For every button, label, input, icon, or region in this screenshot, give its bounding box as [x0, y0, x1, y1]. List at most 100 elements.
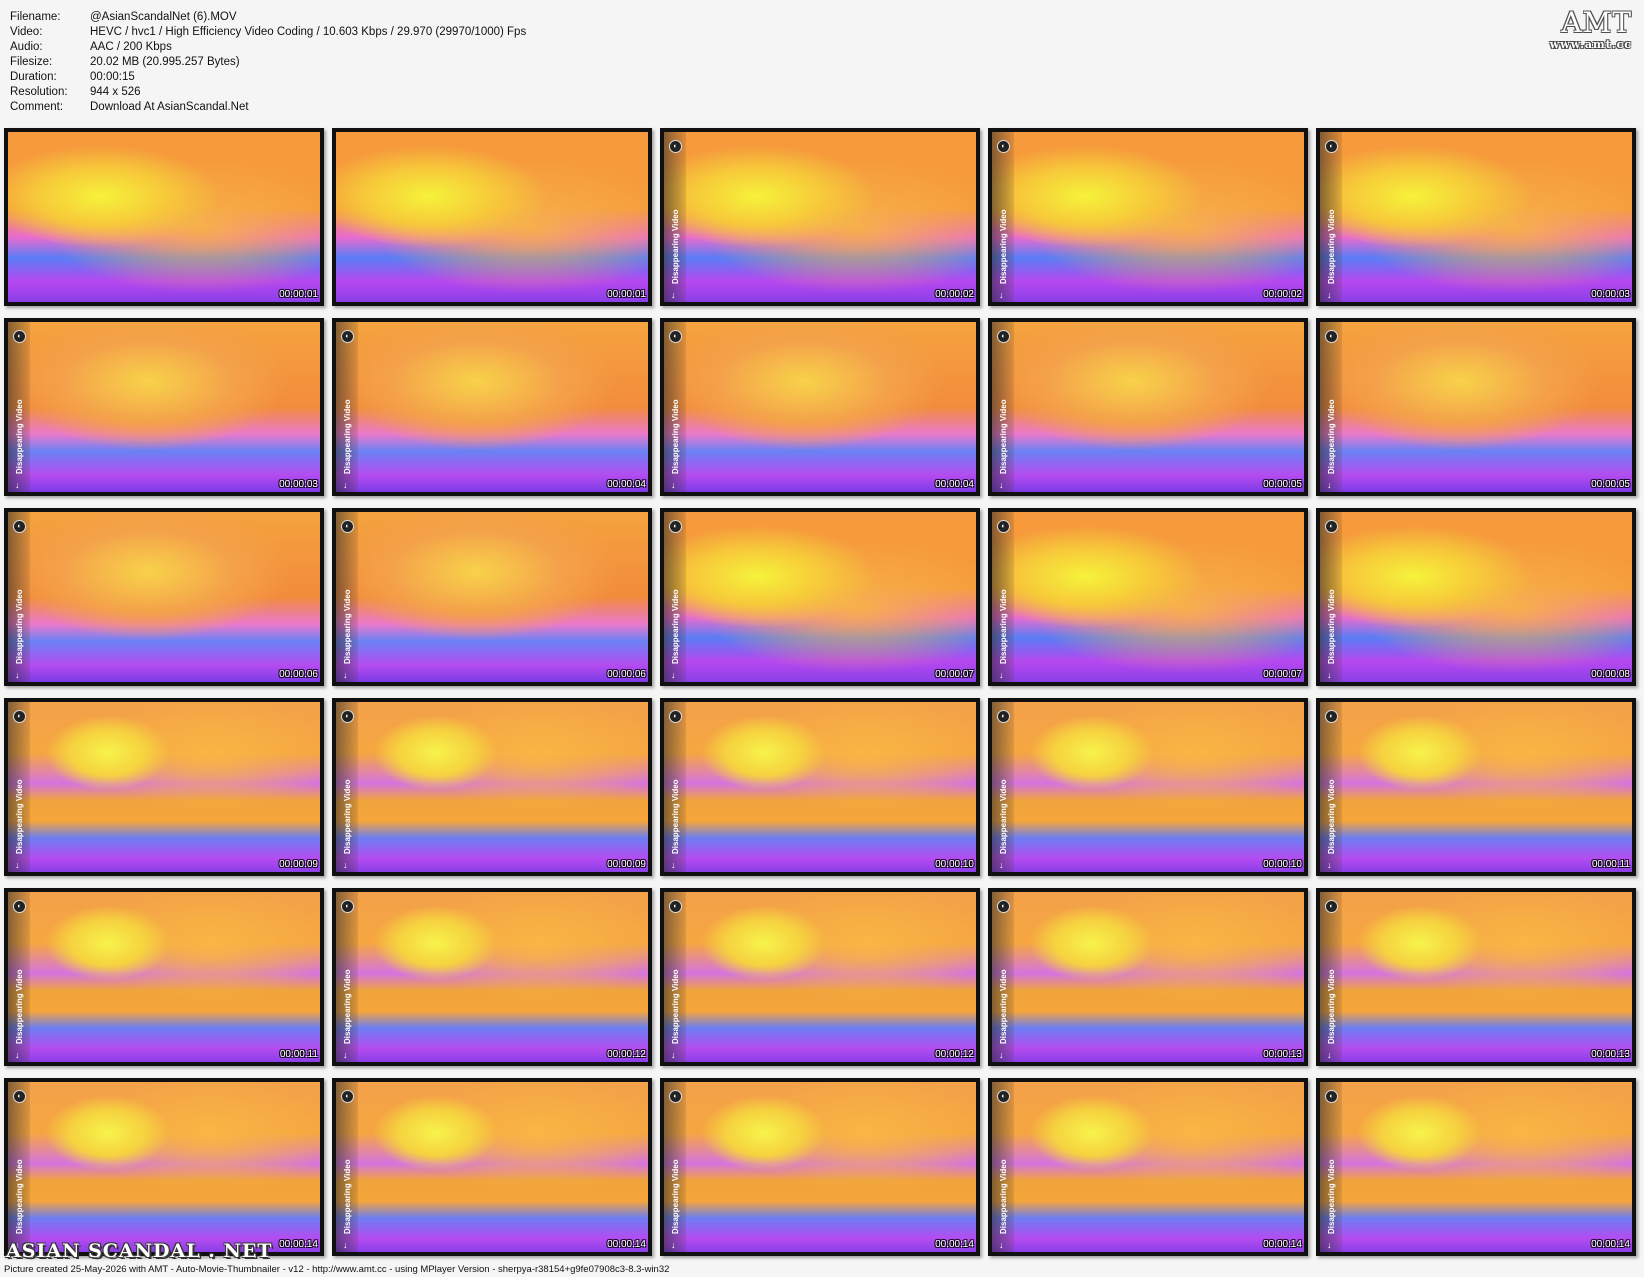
overlay-sidebar: ◐ Disappearing Video ↓: [664, 512, 686, 682]
overlay-sidebar-text: Disappearing Video: [1327, 399, 1336, 474]
overlay-badge-icon: ◐: [997, 710, 1010, 723]
thumbnail-frame: ◐ Disappearing Video ↓ 00:00:03: [4, 318, 324, 496]
video-frame-image: [336, 892, 648, 1062]
arrow-down-icon: ↓: [999, 290, 1004, 300]
overlay-badge-icon: ◐: [13, 330, 26, 343]
video-frame-image: [1320, 132, 1632, 302]
overlay-sidebar: ◐ Disappearing Video ↓: [8, 322, 30, 492]
overlay-badge-icon: ◐: [13, 1090, 26, 1103]
thumbnail-timestamp: 00:00:06: [607, 669, 646, 680]
overlay-badge-icon: ◐: [1325, 1090, 1338, 1103]
video-frame-image: [664, 322, 976, 492]
video-frame-image: [336, 132, 648, 302]
overlay-sidebar-text: Disappearing Video: [15, 399, 24, 474]
info-label: Filesize:: [10, 56, 53, 68]
video-frame-image: [1320, 1082, 1632, 1252]
arrow-down-icon: ↓: [15, 860, 20, 870]
overlay-sidebar-text: Disappearing Video: [1327, 589, 1336, 664]
amt-logo: AMT www.amt.cc: [1550, 8, 1632, 52]
overlay-sidebar-text: Disappearing Video: [999, 779, 1008, 854]
thumbnail-frame: ◐ Disappearing Video ↓ 00:00:03: [1316, 128, 1636, 306]
arrow-down-icon: ↓: [1327, 670, 1332, 680]
arrow-down-icon: ↓: [671, 480, 676, 490]
thumbnail-timestamp: 00:00:04: [935, 479, 974, 490]
arrow-down-icon: ↓: [1327, 1050, 1332, 1060]
overlay-sidebar: ◐ Disappearing Video ↓: [1320, 702, 1342, 872]
arrow-down-icon: ↓: [15, 670, 20, 680]
thumbnail-timestamp: 00:00:02: [1263, 289, 1302, 300]
overlay-sidebar: ◐ Disappearing Video ↓: [992, 892, 1014, 1062]
overlay-sidebar: ◐ Disappearing Video ↓: [336, 892, 358, 1062]
overlay-sidebar-text: Disappearing Video: [15, 589, 24, 664]
video-frame-image: [336, 702, 648, 872]
arrow-down-icon: ↓: [343, 670, 348, 680]
video-frame-image: [992, 322, 1304, 492]
thumbnail-timestamp: 00:00:13: [1263, 1049, 1302, 1060]
thumbnail-frame: ◐ Disappearing Video ↓ 00:00:09: [4, 698, 324, 876]
info-value: HEVC / hvc1 / High Efficiency Video Codi…: [90, 26, 527, 38]
overlay-sidebar-text: Disappearing Video: [671, 779, 680, 854]
overlay-badge-icon: ◐: [1325, 710, 1338, 723]
video-frame-image: [664, 702, 976, 872]
arrow-down-icon: ↓: [999, 1050, 1004, 1060]
thumbnail-timestamp: 00:00:14: [1591, 1239, 1630, 1250]
overlay-badge-icon: ◐: [997, 900, 1010, 913]
overlay-badge-icon: ◐: [1325, 520, 1338, 533]
thumbnail-frame: 00:00:01: [4, 128, 324, 306]
thumbnail-frame: ◐ Disappearing Video ↓ 00:00:04: [332, 318, 652, 496]
thumbnail-timestamp: 00:00:03: [279, 479, 318, 490]
thumbnail-timestamp: 00:00:12: [607, 1049, 646, 1060]
thumbnail-timestamp: 00:00:11: [279, 1049, 318, 1060]
info-label: Resolution:: [10, 86, 68, 98]
video-frame-image: [8, 702, 320, 872]
thumbnail-timestamp: 00:00:13: [1591, 1049, 1630, 1060]
thumbnail-timestamp: 00:00:03: [1591, 289, 1630, 300]
overlay-sidebar-text: Disappearing Video: [15, 1159, 24, 1234]
info-value: 20.02 MB (20.995.257 Bytes): [90, 56, 240, 68]
thumbnail-frame: ◐ Disappearing Video ↓ 00:00:14: [4, 1078, 324, 1256]
thumbnail-timestamp: 00:00:14: [607, 1239, 646, 1250]
thumbnail-timestamp: 00:00:10: [935, 859, 974, 870]
overlay-sidebar: ◐ Disappearing Video ↓: [1320, 1082, 1342, 1252]
arrow-down-icon: ↓: [671, 860, 676, 870]
overlay-sidebar-text: Disappearing Video: [1327, 1159, 1336, 1234]
overlay-sidebar: ◐ Disappearing Video ↓: [1320, 322, 1342, 492]
arrow-down-icon: ↓: [343, 480, 348, 490]
thumbnail-frame: ◐ Disappearing Video ↓ 00:00:14: [988, 1078, 1308, 1256]
watermark-text: ASIAN SCANDAL . NET: [6, 1240, 273, 1262]
overlay-badge-icon: ◐: [997, 520, 1010, 533]
info-label: Filename:: [10, 11, 61, 23]
overlay-sidebar-text: Disappearing Video: [343, 399, 352, 474]
thumbnail-frame: ◐ Disappearing Video ↓ 00:00:07: [988, 508, 1308, 686]
thumbnail-frame: ◐ Disappearing Video ↓ 00:00:05: [988, 318, 1308, 496]
overlay-badge-icon: ◐: [1325, 140, 1338, 153]
overlay-sidebar: ◐ Disappearing Video ↓: [8, 892, 30, 1062]
thumbnail-frame: ◐ Disappearing Video ↓ 00:00:06: [4, 508, 324, 686]
overlay-sidebar: ◐ Disappearing Video ↓: [664, 892, 686, 1062]
arrow-down-icon: ↓: [671, 290, 676, 300]
video-frame-image: [336, 322, 648, 492]
video-frame-image: [1320, 512, 1632, 682]
overlay-sidebar-text: Disappearing Video: [15, 969, 24, 1044]
thumbnail-frame: ◐ Disappearing Video ↓ 00:00:06: [332, 508, 652, 686]
thumbnail-frame: 00:00:01: [332, 128, 652, 306]
thumbnail-frame: ◐ Disappearing Video ↓ 00:00:12: [332, 888, 652, 1066]
info-label: Duration:: [10, 71, 57, 83]
video-frame-image: [336, 512, 648, 682]
overlay-badge-icon: ◐: [341, 1090, 354, 1103]
arrow-down-icon: ↓: [671, 1240, 676, 1250]
overlay-badge-icon: ◐: [1325, 900, 1338, 913]
info-value: 944 x 526: [90, 86, 141, 98]
overlay-sidebar: ◐ Disappearing Video ↓: [1320, 512, 1342, 682]
video-frame-image: [1320, 892, 1632, 1062]
info-value: @AsianScandalNet (6).MOV: [90, 11, 237, 23]
overlay-badge-icon: ◐: [669, 900, 682, 913]
arrow-down-icon: ↓: [343, 860, 348, 870]
thumbnail-frame: ◐ Disappearing Video ↓ 00:00:07: [660, 508, 980, 686]
video-frame-image: [664, 132, 976, 302]
overlay-sidebar: ◐ Disappearing Video ↓: [992, 702, 1014, 872]
thumbnail-timestamp: 00:00:11: [1591, 859, 1630, 870]
overlay-sidebar: ◐ Disappearing Video ↓: [664, 322, 686, 492]
video-frame-image: [8, 322, 320, 492]
thumbnail-frame: ◐ Disappearing Video ↓ 00:00:14: [332, 1078, 652, 1256]
